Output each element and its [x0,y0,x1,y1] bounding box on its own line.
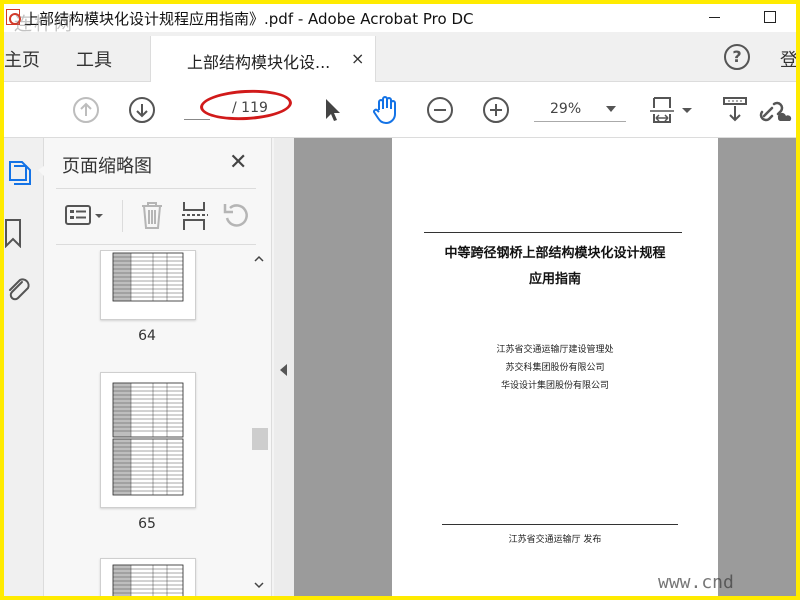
tools-tab[interactable]: 工具 [76,46,112,72]
select-cursor-icon[interactable] [322,96,342,124]
next-page-icon[interactable] [128,96,156,124]
share-link-icon[interactable] [756,96,796,126]
publisher-rule [442,524,678,525]
document-subtitle: 应用指南 [528,272,581,287]
page-number-label: 65 [138,516,156,532]
panel-toolbar [44,192,272,242]
document-tab-label: 上部结构模块化设... [187,53,331,72]
red-annotation-ellipse [199,87,293,123]
window-title: 上部结构模块化设计规程应用指南》.pdf - Adobe Acrobat Pro… [24,10,474,28]
document-tab[interactable]: 上部结构模块化设... × [150,36,376,82]
previous-page-icon[interactable] [72,96,100,124]
thumbnail-list: 64 65 [44,250,250,596]
chevron-down-icon [606,106,616,112]
maximize-button[interactable] [746,4,792,32]
zoom-dropdown[interactable]: 29% [534,98,626,122]
scroll-up-icon[interactable] [254,254,264,264]
toolbar: / 119 29% [4,82,796,138]
zoom-out-icon[interactable] [426,96,454,124]
bookmark-icon[interactable] [4,218,44,248]
collapse-panel-handle[interactable] [274,138,294,596]
fit-page-icon[interactable] [648,94,696,126]
page-thumbnail-64[interactable] [100,250,196,320]
corner-watermark: www.cnd [658,572,734,593]
delete-page-icon[interactable] [138,200,166,230]
sign-in-button[interactable]: 登 [780,46,796,72]
divider [56,188,256,189]
organization-name: 苏交科集团股份有限公司 [505,363,605,373]
title-bar: 上部结构模块化设计规程应用指南》.pdf - Adobe Acrobat Pro… [4,4,796,35]
page-thumbnail-66[interactable] [100,558,196,596]
organization-name: 江苏省交通运输厅建设管理处 [496,345,614,355]
page-thumbnails-panel: 页面缩略图 ✕ 64 65 [44,138,272,596]
tab-bar: 主页 工具 上部结构模块化设... × ? 登 [4,32,796,82]
left-navigation-rail [4,138,44,596]
close-tab-icon[interactable]: × [351,49,364,68]
title-rule [424,232,682,233]
publisher: 江苏省交通运输厅 发布 [508,535,602,545]
rotate-page-icon[interactable] [222,200,252,230]
scroll-mode-icon[interactable] [720,94,750,126]
chevron-left-icon [280,364,287,376]
attachment-icon[interactable] [4,274,44,306]
document-viewer[interactable]: 中等跨径钢桥上部结构模块化设计规程 应用指南 江苏省交通运输厅建设管理处 苏交科… [294,138,796,596]
panel-title: 页面缩略图 [62,156,152,177]
scroll-down-icon[interactable] [254,580,264,590]
page-thumbnail-65[interactable] [100,372,196,508]
home-tab[interactable]: 主页 [4,46,40,72]
zoom-value: 29% [550,101,582,117]
document-title: 中等跨径钢桥上部结构模块化设计规程 [444,246,666,261]
insert-page-icon[interactable] [180,200,210,232]
thumbnail-options-icon[interactable] [64,202,108,230]
help-icon[interactable]: ? [724,44,750,70]
hand-tool-icon[interactable] [370,94,402,126]
divider [56,244,256,245]
close-panel-icon[interactable]: ✕ [229,150,247,175]
page-number-label: 64 [138,328,156,344]
toolbar-divider [122,200,123,232]
pdf-page: 中等跨径钢桥上部结构模块化设计规程 应用指南 江苏省交通运输厅建设管理处 苏交科… [392,138,718,596]
zoom-in-icon[interactable] [482,96,510,124]
organization-name: 华设设计集团股份有限公司 [500,381,609,391]
minimize-button[interactable] [692,4,738,32]
thumbnail-scrollbar[interactable] [250,250,268,596]
acrobat-window: 上部结构模块化设计规程应用指南》.pdf - Adobe Acrobat Pro… [4,4,796,596]
page-thumbnails-icon[interactable] [4,158,44,188]
scrollbar-thumb[interactable] [252,428,268,450]
